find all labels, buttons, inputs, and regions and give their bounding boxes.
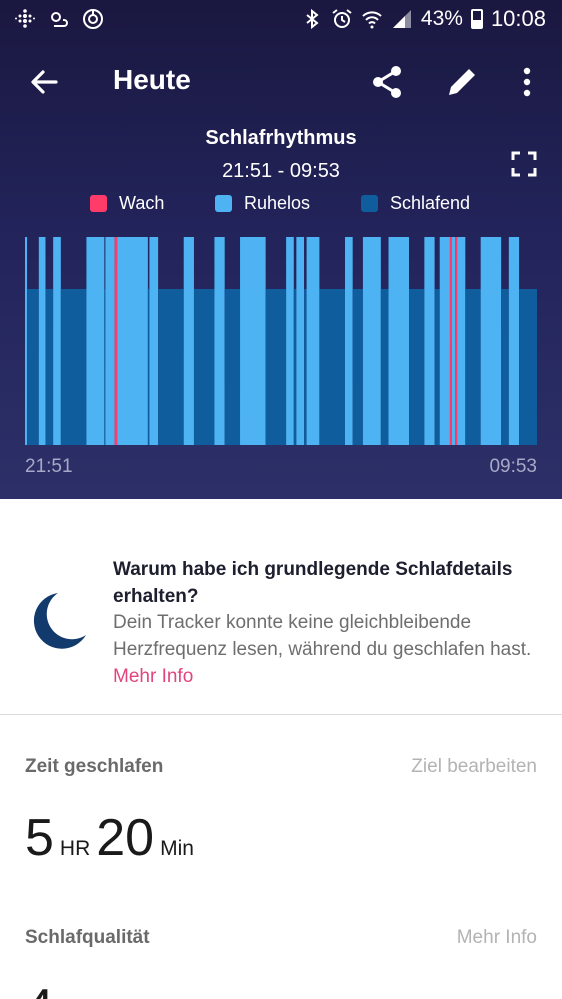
sleep-segment-wach (455, 237, 458, 445)
sleep-minutes-unit: Min (160, 837, 194, 860)
more-options-icon[interactable] (507, 62, 547, 102)
sleep-segment-ruhelos (362, 237, 381, 445)
legend-swatch (90, 195, 107, 212)
edit-goal-link[interactable]: Ziel bearbeiten (411, 756, 537, 778)
info-body-text: Dein Tracker konnte keine gleichbleibend… (113, 612, 532, 660)
battery-icon (470, 9, 483, 29)
sleep-segment-wach (449, 237, 453, 445)
sleep-segment-ruhelos (296, 237, 305, 445)
x-axis-end-label: 09:53 (489, 456, 537, 477)
edit-pencil-icon[interactable] (442, 62, 482, 102)
sleep-segment-schlafend (304, 289, 307, 445)
sleep-segment-schlafend (265, 289, 287, 445)
sleep-segment-ruhelos (105, 237, 115, 445)
legend-label: Schlafend (390, 193, 471, 213)
sleep-segment-ruhelos (53, 237, 61, 445)
sleep-segment-schlafend (293, 289, 297, 445)
sleep-segment-ruhelos (183, 237, 194, 445)
sleep-segment-schlafend (147, 289, 150, 445)
info-body: Dein Tracker konnte keine gleichbleibend… (113, 609, 543, 690)
sleep-segment-schlafend (409, 289, 425, 445)
fullscreen-icon[interactable] (510, 150, 538, 178)
sleep-segment-ruhelos (214, 237, 225, 445)
sleep-segment-schlafend (158, 289, 184, 445)
sleep-segment-schlafend (104, 289, 106, 445)
share-icon[interactable] (367, 62, 407, 102)
sleep-segment-schlafend (501, 289, 509, 445)
page-title: Heute (113, 64, 191, 95)
legend-item-schlafend: Schlafend (361, 193, 470, 214)
sleep-segment-schlafend (27, 289, 39, 445)
chart-title: Schlafrhythmus (205, 127, 357, 149)
sleep-segment-ruhelos (508, 237, 520, 445)
sleep-segment-ruhelos (452, 237, 456, 445)
sleep-hours-unit: HR (59, 837, 91, 860)
moon-icon (33, 593, 86, 649)
sleep-hours-value: 5 (25, 809, 54, 867)
sleep-segment-ruhelos (86, 237, 105, 445)
sync-icon (83, 9, 103, 29)
legend-item-wach: Wach (90, 193, 164, 214)
back-arrow-icon[interactable] (26, 62, 66, 102)
wifi-icon (362, 11, 382, 29)
sleep-segment-ruhelos (149, 237, 159, 445)
sleep-segment-ruhelos (240, 237, 266, 445)
sleep-quality-more-info-link[interactable]: Mehr Info (457, 927, 537, 949)
sleep-segment-ruhelos (286, 237, 294, 445)
basic-sleep-info-card: Warum habe ich grundlegende Schlafdetail… (0, 499, 562, 715)
sleep-segment-ruhelos (424, 237, 435, 445)
sleep-segment-ruhelos (388, 237, 409, 445)
sleep-segment-ruhelos (480, 237, 502, 445)
sleep-segment-schlafend (465, 289, 481, 445)
sleep-header-panel: 43% 10:08 Heute Schlafrhythmus 21:51 - 0… (0, 0, 562, 499)
weather-icon (51, 12, 68, 27)
sleep-segment-schlafend (60, 289, 87, 445)
bluetooth-icon (306, 8, 319, 30)
chart-time-range: 21:51 - 09:53 (222, 160, 340, 182)
sleep-segment-schlafend (519, 289, 537, 445)
status-time: 10:08 (490, 6, 546, 31)
info-title: Warum habe ich grundlegende Schlafdetail… (113, 559, 513, 607)
legend-swatch (361, 195, 378, 212)
sleep-segment-wach (114, 237, 118, 445)
alarm-icon (332, 9, 352, 28)
sleep-segment-schlafend (45, 289, 54, 445)
legend-label: Wach (119, 193, 165, 213)
sleep-segment-ruhelos (38, 237, 46, 445)
signal-icon (392, 10, 411, 28)
x-axis-start-label: 21:51 (25, 456, 73, 477)
sleep-segment-ruhelos (345, 237, 353, 445)
sleep-duration: 5 HR 20 Min (25, 808, 200, 868)
sleep-segment-ruhelos (117, 237, 148, 445)
sleep-segment-schlafend (224, 289, 241, 445)
battery-percent: 43% (420, 7, 463, 30)
sleep-time-label: Zeit geschlafen (25, 756, 164, 777)
sleep-segment-ruhelos (25, 237, 28, 445)
app-bar: Heute (0, 56, 562, 108)
legend-item-ruhelos: Ruhelos (215, 193, 310, 214)
fitbit-notification-icon (15, 9, 35, 28)
sleep-minutes-value: 20 (96, 809, 155, 867)
sleep-rhythm-chart (25, 237, 537, 445)
sleep-segment-schlafend (380, 289, 389, 445)
sleep-quality-label: Schlafqualität (25, 927, 150, 948)
more-info-link[interactable]: Mehr Info (113, 666, 193, 687)
sleep-segment-ruhelos (306, 237, 320, 445)
sleep-segment-schlafend (352, 289, 363, 445)
legend-label: Ruhelos (244, 193, 311, 213)
status-bar: 43% 10:08 (0, 0, 562, 40)
sleep-segment-schlafend (434, 289, 440, 445)
sleep-segment-schlafend (319, 289, 345, 445)
sleep-segment-schlafend (193, 289, 215, 445)
sleep-quality-value: 4 (25, 978, 54, 999)
sleep-segment-ruhelos (457, 237, 466, 445)
sleep-segment-ruhelos (439, 237, 450, 445)
legend-swatch (215, 195, 232, 212)
